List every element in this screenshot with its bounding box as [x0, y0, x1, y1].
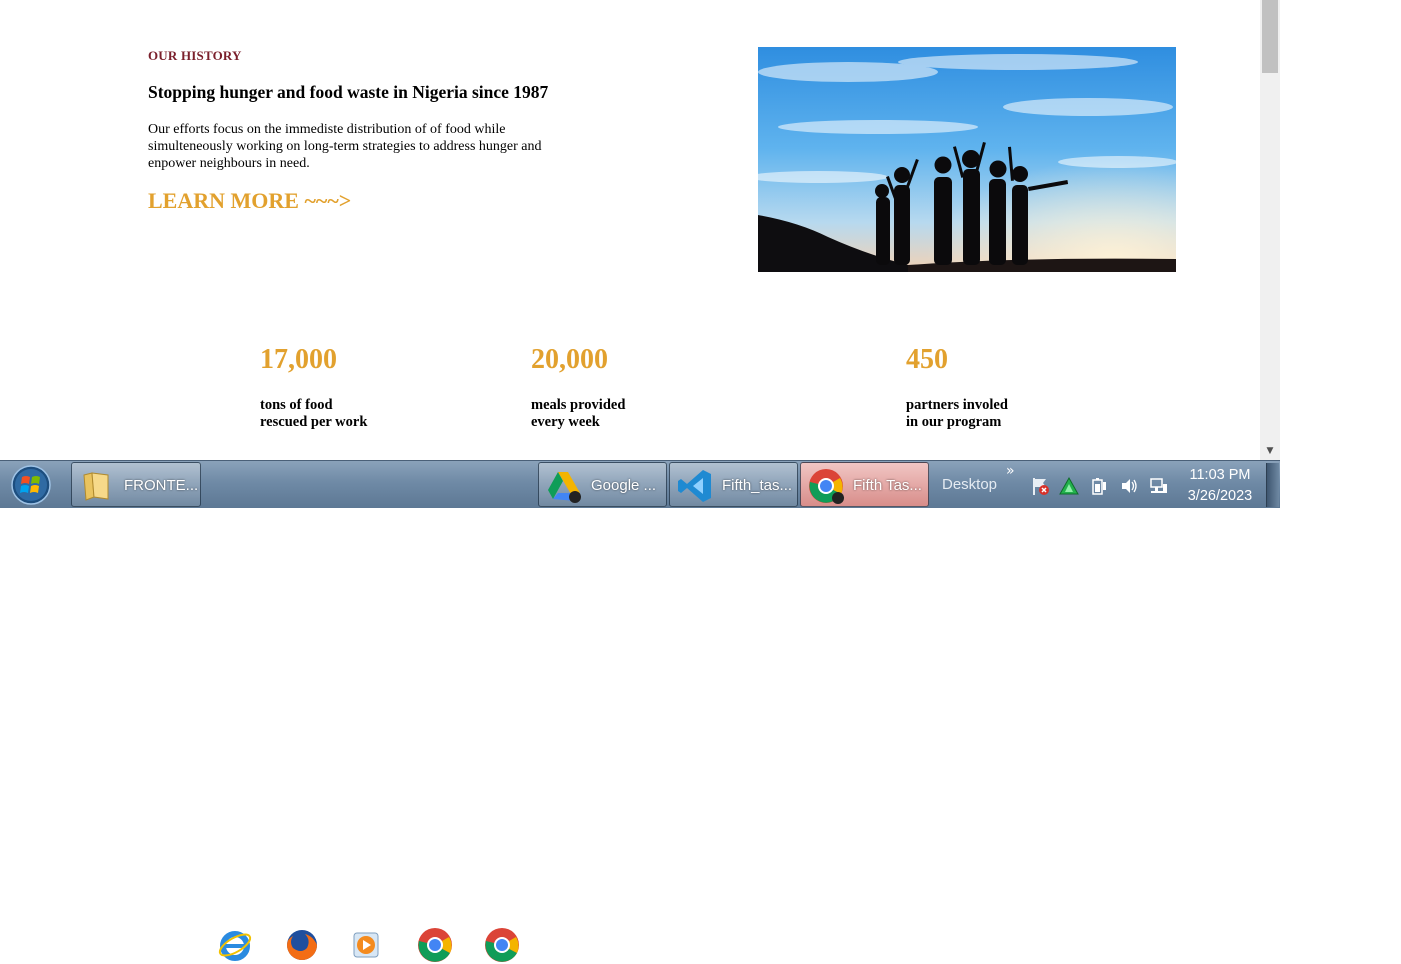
stat-label: meals provided every week [531, 397, 625, 431]
google-drive-tray-icon[interactable] [1059, 476, 1079, 496]
stat-value: 20,000 [531, 344, 608, 375]
start-button[interactable] [8, 464, 54, 506]
stat-value: 450 [906, 344, 948, 375]
section-description: Our efforts focus on the immediste distr… [148, 122, 542, 171]
taskbar-item-label: Fifth Tas... [853, 477, 922, 494]
stat-label-line: tons of food [260, 397, 333, 413]
google-drive-icon [548, 472, 581, 503]
chrome-icon [809, 469, 844, 504]
stat-label-line: meals provided [531, 397, 626, 413]
stat-label-line: in our program [906, 414, 1002, 430]
firefox-icon[interactable] [283, 926, 321, 964]
system-clock[interactable]: 11:03 PM 3/26/2023 [1180, 465, 1260, 507]
desktop-toolbar-label[interactable]: Desktop [942, 476, 997, 493]
taskbar-item-file-explorer[interactable]: FRONTE... [71, 462, 201, 507]
scrollbar-thumb[interactable] [1262, 0, 1278, 73]
stat-label-line: partners involed [906, 397, 1008, 413]
hero-image-children-silhouette [758, 47, 1176, 272]
stat-label-line: rescued per work [260, 414, 368, 430]
windows-taskbar: FRONTE... Google ... Fifth_tas... Fifth … [0, 460, 1280, 962]
taskbar-item-label: FRONTE... [124, 477, 199, 494]
toolbar-overflow-chevron-icon[interactable]: » [1006, 463, 1015, 479]
stat-label: tons of food rescued per work [260, 397, 367, 431]
network-icon[interactable] [1149, 476, 1169, 496]
stat-meals-provided: 20,000 meals provided every week [531, 343, 625, 431]
chrome-icon[interactable] [416, 926, 454, 964]
taskbar-item-label: Fifth_tas... [722, 477, 793, 494]
stat-label-line: every week [531, 414, 600, 430]
battery-power-icon[interactable] [1089, 476, 1109, 496]
stat-tons-of-food: 17,000 tons of food rescued per work [260, 343, 367, 431]
section-eyebrow: OUR HISTORY [148, 48, 242, 63]
taskbar-item-label: Google ... [591, 477, 657, 494]
show-desktop-button[interactable] [1266, 463, 1279, 507]
taskbar-item-google-drive[interactable]: Google ... [538, 462, 667, 507]
vertical-scrollbar[interactable]: ▼ [1260, 0, 1280, 460]
clock-date: 3/26/2023 [1187, 488, 1253, 504]
web-page-viewport: OUR HISTORY Stopping hunger and food was… [0, 0, 1260, 460]
learn-more-link[interactable]: LEARN MORE ~~~> [148, 188, 351, 214]
stat-value: 17,000 [260, 344, 337, 375]
internet-explorer-icon[interactable] [216, 926, 254, 964]
stat-label: partners involed in our program [906, 397, 1008, 431]
scroll-down-arrow-icon[interactable]: ▼ [1260, 444, 1280, 458]
taskbar-item-chrome-active[interactable]: Fifth Tas... [800, 462, 929, 507]
chrome-icon[interactable] [483, 926, 521, 964]
section-headline: Stopping hunger and food waste in Nigeri… [148, 82, 549, 102]
volume-speaker-icon[interactable] [1119, 476, 1139, 496]
folder-icon [83, 472, 109, 501]
action-center-flag-icon[interactable] [1030, 476, 1050, 496]
vscode-icon [678, 470, 711, 502]
media-player-icon[interactable] [349, 926, 387, 964]
stat-partners: 450 partners involed in our program [906, 343, 1008, 431]
clock-time: 11:03 PM [1189, 467, 1251, 483]
taskbar-item-vscode[interactable]: Fifth_tas... [669, 462, 798, 507]
